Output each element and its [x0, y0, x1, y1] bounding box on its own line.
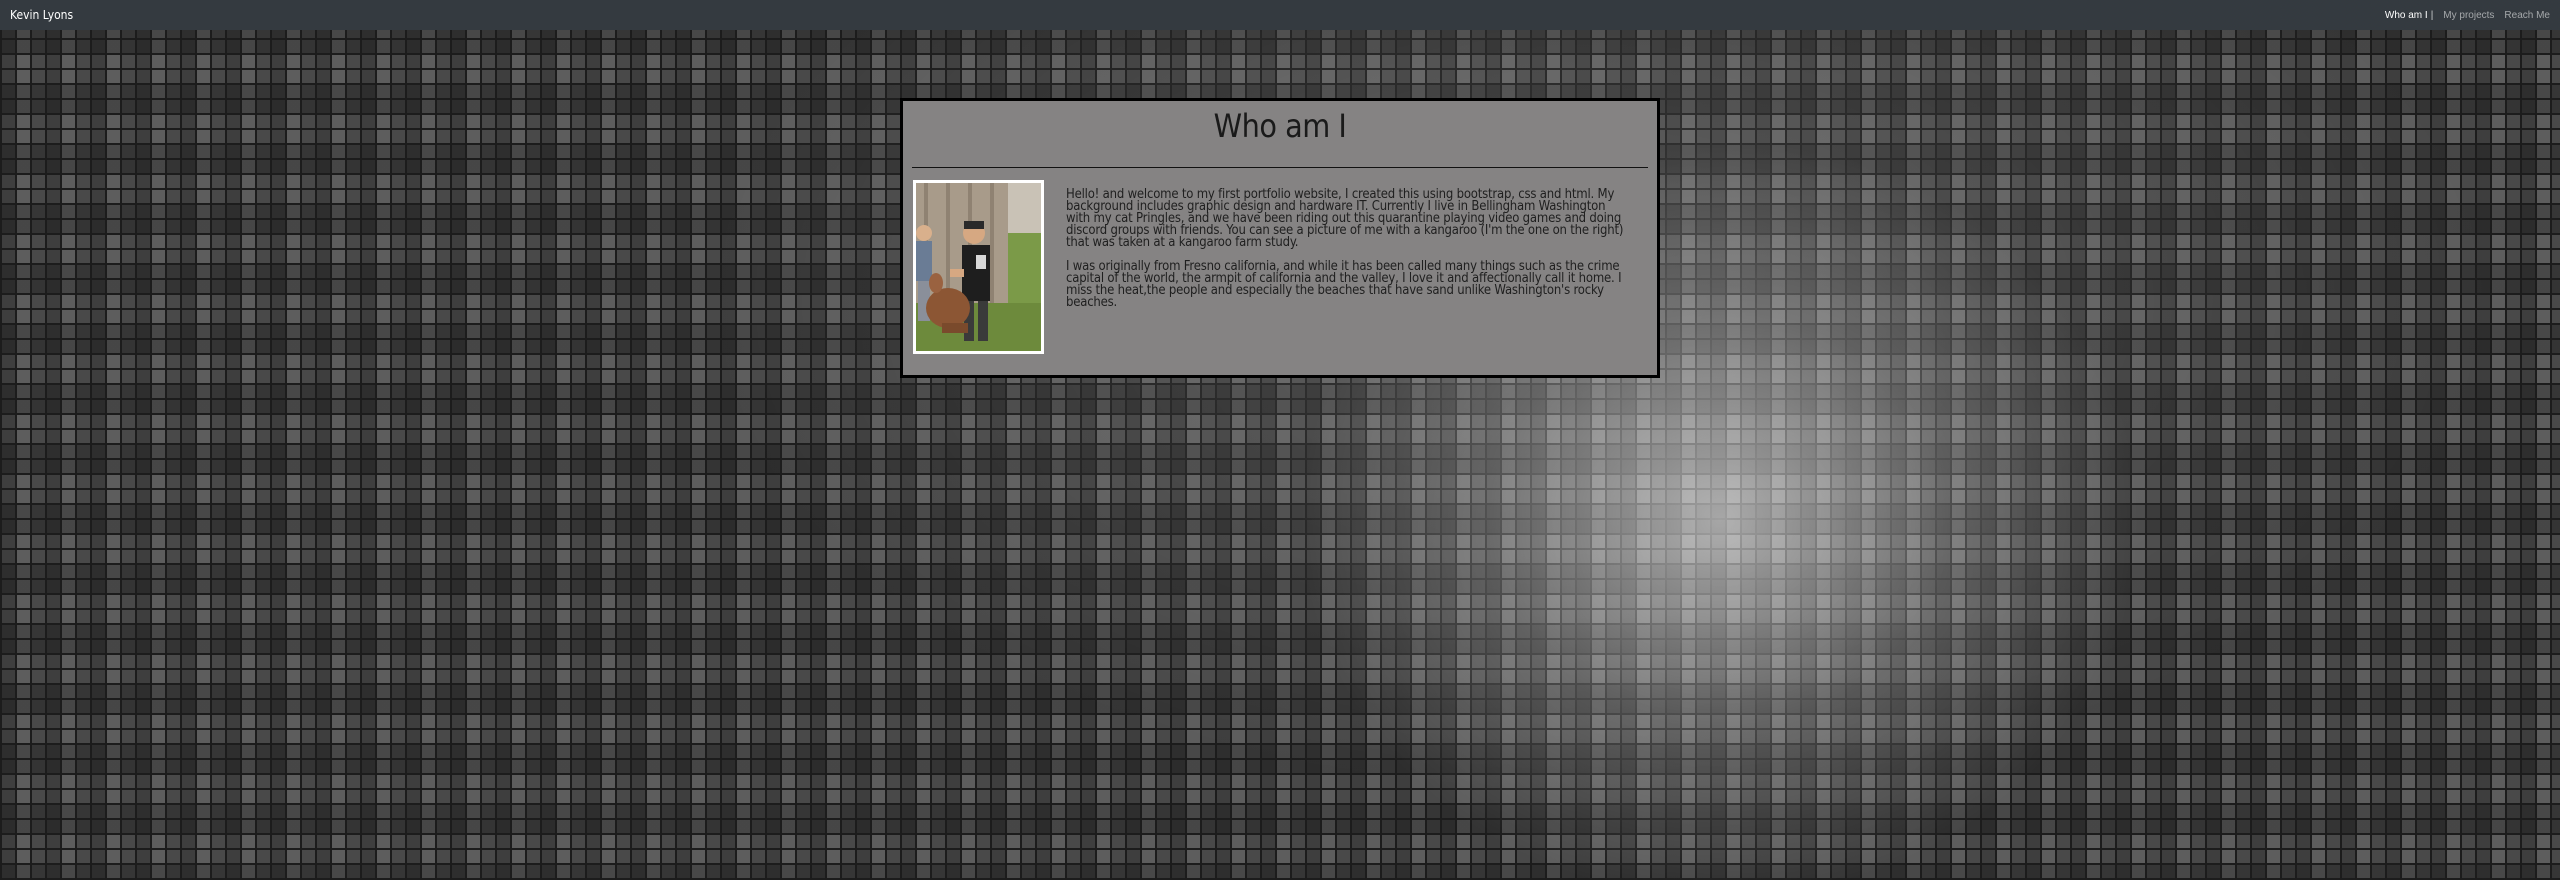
photo-image: [916, 183, 1041, 351]
portrait-photo: [913, 180, 1044, 354]
bio-paragraph: Hello! and welcome to my first portfolio…: [1066, 187, 1624, 250]
current-page-marker: |: [2430, 9, 2434, 21]
bio-text: Hello! and welcome to my first portfolio…: [1066, 187, 1626, 321]
nav-link-who-am-i[interactable]: Who am I |: [2385, 10, 2433, 21]
brand-link[interactable]: Kevin Lyons: [10, 8, 73, 22]
nav-link-label: Who am I: [2384, 9, 2428, 21]
about-card: Who am I Hello! and welcome to my first …: [900, 98, 1660, 378]
nav-links: Who am I | My projects Reach Me: [2385, 10, 2550, 21]
nav-link-my-projects[interactable]: My projects: [2443, 10, 2494, 21]
title-divider: [912, 167, 1648, 168]
nav-link-reach-me[interactable]: Reach Me: [2504, 10, 2550, 21]
page-title: Who am I: [1213, 107, 1347, 145]
top-navbar: Kevin Lyons Who am I | My projects Reach …: [0, 0, 2560, 30]
bio-paragraph: I was originally from Fresno california,…: [1066, 259, 1622, 310]
